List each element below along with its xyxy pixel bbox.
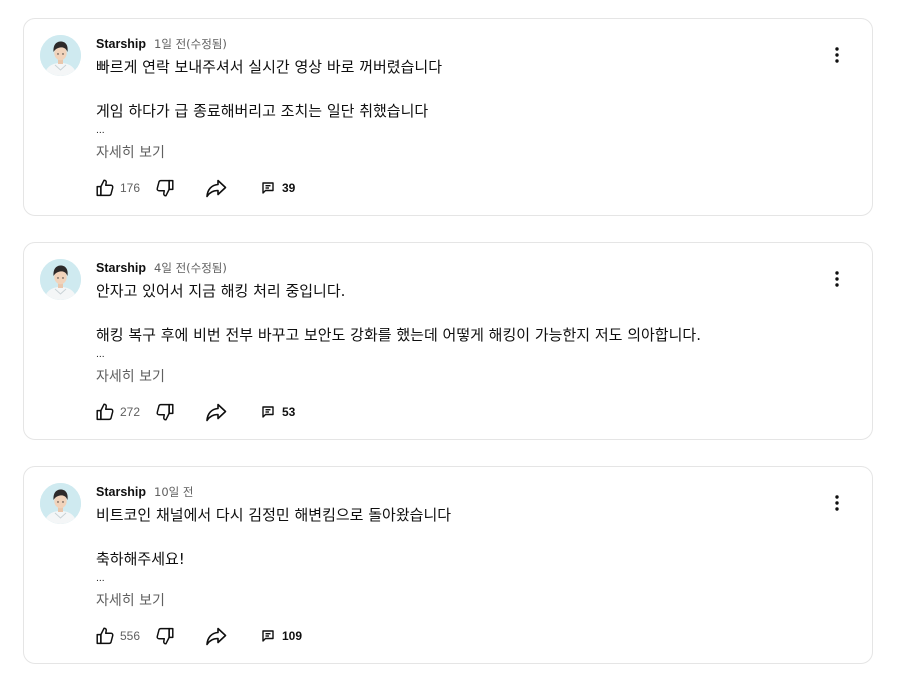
comment-time[interactable]: 1일 전(수정됨) — [154, 36, 227, 52]
dislike-button[interactable] — [154, 625, 176, 647]
reply-count: 53 — [282, 405, 296, 419]
action-menu-button[interactable] — [827, 267, 847, 291]
replies-button[interactable]: 53 — [261, 403, 295, 421]
share-icon — [206, 403, 227, 422]
avatar[interactable] — [40, 483, 81, 524]
more-vert-icon — [835, 495, 839, 511]
truncation-ellipsis: ... — [96, 350, 105, 360]
replies-button[interactable]: 109 — [261, 627, 302, 645]
comment-icon — [262, 182, 274, 194]
thumb-up-icon — [96, 627, 114, 645]
share-button[interactable] — [204, 177, 228, 199]
comment-text-line: 축하해주세요! — [96, 550, 185, 568]
comment-text-line: 게임 하다가 급 종료해버리고 조치는 일단 취했습니다 — [96, 102, 429, 120]
thumb-up-icon — [96, 403, 114, 421]
truncation-ellipsis: ... — [96, 574, 105, 584]
comment-time[interactable]: 10일 전 — [154, 484, 193, 500]
comment-icon — [262, 406, 274, 418]
read-more-button[interactable]: 자세히 보기 — [96, 367, 165, 387]
comment-card: Starship 10일 전 비트코인 채널에서 다시 김정민 해변킴으로 돌아… — [23, 466, 873, 664]
more-vert-icon — [835, 47, 839, 63]
like-button[interactable] — [94, 401, 116, 423]
like-count: 556 — [120, 629, 141, 643]
comment-header: Starship 1일 전(수정됨) — [96, 36, 227, 52]
read-more-button[interactable]: 자세히 보기 — [96, 591, 165, 611]
comment-card: Starship 4일 전(수정됨) 안자고 있어서 지금 해킹 처리 중입니다… — [23, 242, 873, 440]
comment-time[interactable]: 4일 전(수정됨) — [154, 260, 227, 276]
like-count: 176 — [120, 181, 141, 195]
read-more-button[interactable]: 자세히 보기 — [96, 143, 165, 163]
comment-text-line: 해킹 복구 후에 비번 전부 바꾸고 보안도 강화를 했는데 어떻게 해킹이 가… — [96, 326, 701, 344]
comment-header: Starship 4일 전(수정됨) — [96, 260, 227, 276]
comment-card: Starship 1일 전(수정됨) 빠르게 연락 보내주셔서 실시간 영상 바… — [23, 18, 873, 216]
author-name[interactable]: Starship — [96, 37, 146, 51]
comment-header: Starship 10일 전 — [96, 484, 193, 500]
comment-text-line: 빠르게 연락 보내주셔서 실시간 영상 바로 꺼버렸습니다 — [96, 58, 443, 76]
thumb-down-icon — [156, 403, 174, 421]
reply-count: 39 — [282, 181, 296, 195]
thumb-down-icon — [156, 627, 174, 645]
action-menu-button[interactable] — [827, 491, 847, 515]
share-icon — [206, 179, 227, 198]
author-name[interactable]: Starship — [96, 485, 146, 499]
comment-icon — [262, 630, 274, 642]
reply-count: 109 — [282, 629, 303, 643]
thumb-down-icon — [156, 179, 174, 197]
avatar[interactable] — [40, 35, 81, 76]
comment-text-line: 비트코인 채널에서 다시 김정민 해변킴으로 돌아왔습니다 — [96, 506, 452, 524]
dislike-button[interactable] — [154, 401, 176, 423]
thumb-up-icon — [96, 179, 114, 197]
share-button[interactable] — [204, 401, 228, 423]
author-name[interactable]: Starship — [96, 261, 146, 275]
dislike-button[interactable] — [154, 177, 176, 199]
action-menu-button[interactable] — [827, 43, 847, 67]
replies-button[interactable]: 39 — [261, 179, 295, 197]
like-count: 272 — [120, 405, 141, 419]
more-vert-icon — [835, 271, 839, 287]
share-icon — [206, 627, 227, 646]
avatar[interactable] — [40, 259, 81, 300]
like-button[interactable] — [94, 177, 116, 199]
share-button[interactable] — [204, 625, 228, 647]
comment-text-line: 안자고 있어서 지금 해킹 처리 중입니다. — [96, 282, 346, 300]
like-button[interactable] — [94, 625, 116, 647]
truncation-ellipsis: ... — [96, 126, 105, 136]
